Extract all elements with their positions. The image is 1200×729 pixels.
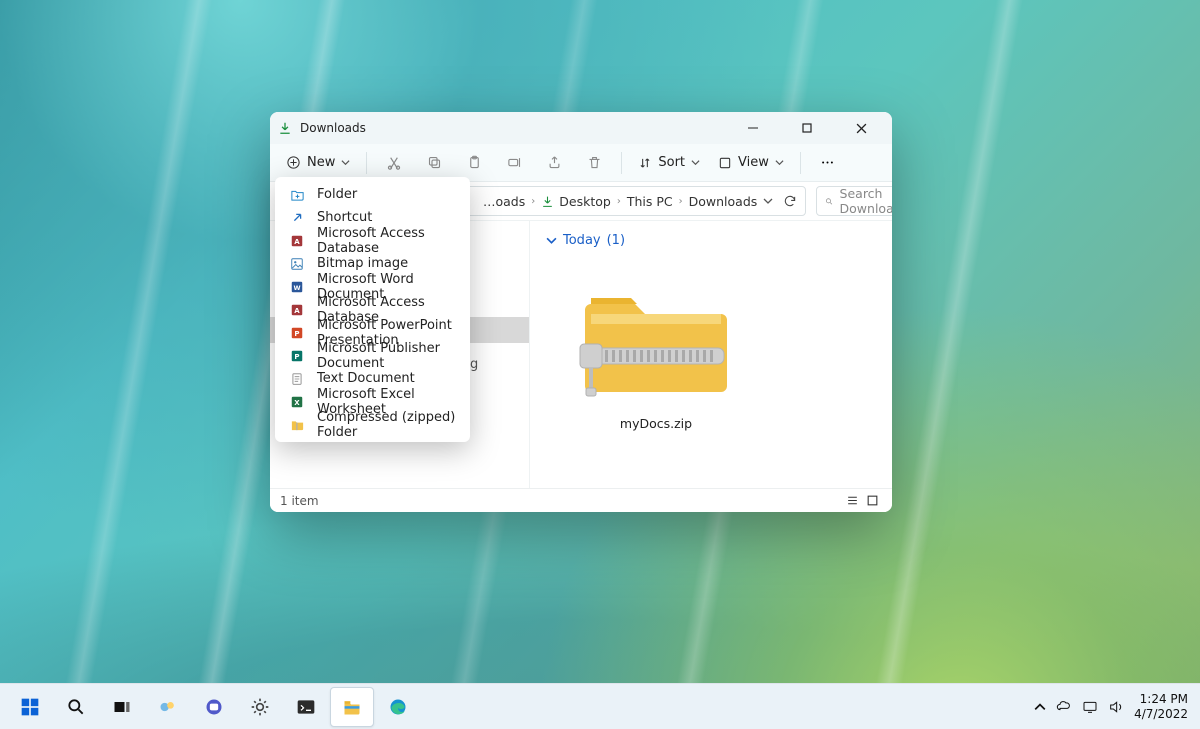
taskbar-chat-button[interactable]	[192, 687, 236, 727]
content-pane[interactable]: Today (1)	[530, 221, 892, 488]
new-button[interactable]: New	[280, 151, 356, 174]
svg-text:X: X	[294, 398, 300, 406]
downloads-icon	[278, 121, 292, 135]
file-label: myDocs.zip	[576, 416, 736, 431]
svg-text:P: P	[294, 352, 299, 360]
svg-text:A: A	[294, 306, 300, 314]
chevron-down-icon	[546, 235, 557, 246]
menu-item-label: Bitmap image	[317, 256, 408, 271]
menu-item[interactable]: PMicrosoft Publisher Document	[275, 344, 470, 367]
menu-item-label: Shortcut	[317, 210, 372, 225]
svg-text:W: W	[293, 283, 300, 291]
share-button[interactable]	[537, 148, 571, 178]
search-placeholder: Search Downloads	[840, 186, 892, 216]
chevron-right-icon: ›	[531, 196, 535, 207]
tray-overflow-button[interactable]	[1034, 701, 1046, 713]
copy-button[interactable]	[417, 148, 451, 178]
new-label: New	[307, 155, 335, 170]
menu-item-label: Text Document	[317, 371, 415, 386]
window-title: Downloads	[300, 121, 366, 135]
search-input[interactable]: Search Downloads	[816, 186, 892, 216]
system-tray: 1:24 PM 4/7/2022	[1034, 692, 1192, 721]
more-button[interactable]	[811, 148, 845, 178]
text-icon	[289, 371, 305, 387]
search-icon	[825, 195, 833, 208]
sort-label: Sort	[658, 155, 685, 170]
new-context-menu: FolderShortcutAMicrosoft Access Database…	[275, 177, 470, 442]
group-header[interactable]: Today (1)	[546, 233, 876, 248]
refresh-icon[interactable]	[783, 194, 797, 208]
file-item[interactable]: myDocs.zip	[576, 276, 736, 431]
volume-icon[interactable]	[1108, 699, 1124, 715]
menu-item[interactable]: Compressed (zipped) Folder	[275, 413, 470, 436]
delete-button[interactable]	[577, 148, 611, 178]
maximize-button[interactable]	[784, 114, 830, 142]
word-icon: W	[289, 279, 305, 295]
menu-item-label: Compressed (zipped) Folder	[317, 410, 456, 440]
taskbar-clock[interactable]: 1:24 PM 4/7/2022	[1134, 692, 1192, 721]
menu-item-label: Folder	[317, 187, 357, 202]
toolbar-separator	[800, 152, 801, 174]
menu-item[interactable]: Folder	[275, 183, 470, 206]
access-icon: A	[289, 233, 305, 249]
menu-item-label: Microsoft Publisher Document	[317, 341, 456, 371]
breadcrumb[interactable]: This PC	[627, 194, 673, 209]
toolbar-separator	[366, 152, 367, 174]
folder-plus-icon	[289, 187, 305, 203]
network-icon[interactable]	[1082, 699, 1098, 715]
excel-icon: X	[289, 394, 305, 410]
taskbar-date: 4/7/2022	[1134, 707, 1188, 721]
chevron-down-icon	[341, 158, 350, 167]
zip-folder-icon	[576, 276, 736, 402]
paste-button[interactable]	[457, 148, 491, 178]
large-icons-view-button[interactable]	[862, 491, 882, 511]
menu-item[interactable]: AMicrosoft Access Database	[275, 229, 470, 252]
status-bar: 1 item	[270, 488, 892, 512]
close-button[interactable]	[838, 114, 884, 142]
view-label: View	[738, 155, 769, 170]
access-icon: A	[289, 302, 305, 318]
titlebar[interactable]: Downloads	[270, 112, 892, 144]
shortcut-icon	[289, 210, 305, 226]
sort-button[interactable]: Sort	[632, 151, 706, 174]
cut-button[interactable]	[377, 148, 411, 178]
powerpoint-icon: P	[289, 325, 305, 341]
rename-button[interactable]	[497, 148, 531, 178]
taskbar-search-button[interactable]	[54, 687, 98, 727]
toolbar-separator	[621, 152, 622, 174]
chevron-down-icon[interactable]	[763, 196, 773, 206]
breadcrumb[interactable]: Desktop	[541, 194, 611, 209]
minimize-button[interactable]	[730, 114, 776, 142]
bitmap-icon	[289, 256, 305, 272]
onedrive-icon[interactable]	[1056, 699, 1072, 715]
status-text: 1 item	[280, 494, 319, 508]
chevron-down-icon	[775, 158, 784, 167]
svg-text:P: P	[294, 329, 299, 337]
svg-text:A: A	[294, 237, 300, 245]
breadcrumb[interactable]: Downloads	[689, 194, 758, 209]
details-view-button[interactable]	[842, 491, 862, 511]
taskbar-taskview-button[interactable]	[100, 687, 144, 727]
taskbar-widgets-button[interactable]	[146, 687, 190, 727]
chevron-down-icon	[691, 158, 700, 167]
chevron-right-icon: ›	[679, 196, 683, 207]
taskbar-terminal-button[interactable]	[284, 687, 328, 727]
view-button[interactable]: View	[712, 151, 790, 174]
chevron-right-icon: ›	[617, 196, 621, 207]
taskbar-settings-button[interactable]	[238, 687, 282, 727]
start-button[interactable]	[8, 687, 52, 727]
taskbar: 1:24 PM 4/7/2022	[0, 683, 1200, 729]
menu-item-label: Microsoft Access Database	[317, 226, 456, 256]
taskbar-edge-button[interactable]	[376, 687, 420, 727]
zip-icon	[289, 417, 305, 433]
taskbar-time: 1:24 PM	[1134, 692, 1188, 706]
taskbar-explorer-button[interactable]	[330, 687, 374, 727]
publisher-icon: P	[289, 348, 305, 364]
